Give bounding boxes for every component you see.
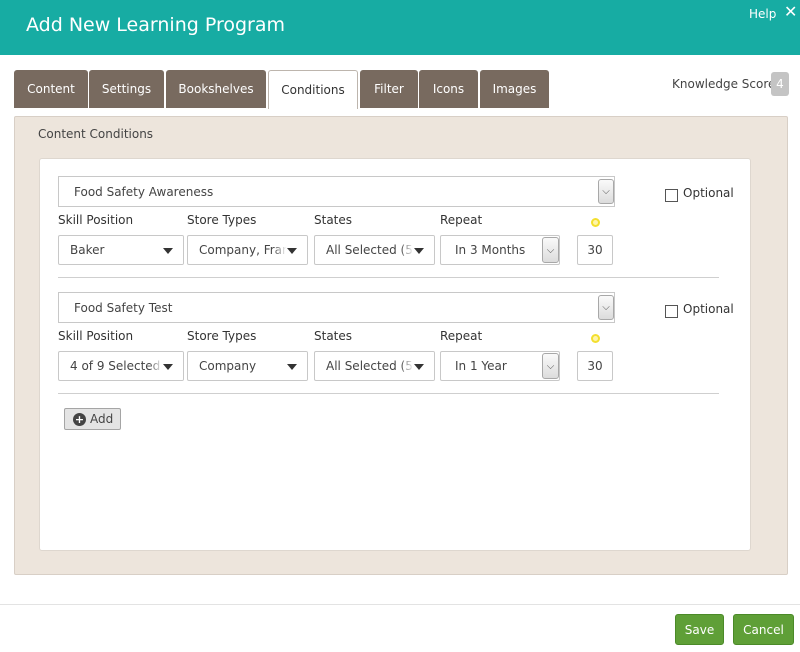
caret-down-icon: [163, 248, 173, 254]
tab-icons[interactable]: Icons: [419, 70, 478, 108]
optional-checkbox-1[interactable]: [665, 189, 678, 202]
states-label: States: [314, 213, 353, 227]
chevron-down-icon: ⌵: [598, 295, 614, 320]
content-select-value: Food Safety Awareness: [74, 184, 214, 199]
panel-title: Content Conditions: [38, 127, 154, 141]
chevron-down-icon: ⌵: [542, 353, 559, 379]
cancel-button[interactable]: Cancel: [733, 614, 794, 645]
caret-down-icon: [414, 248, 424, 254]
chevron-down-icon: ⌵: [598, 179, 614, 204]
caret-down-icon: [163, 364, 173, 370]
help-link[interactable]: Help: [749, 7, 776, 21]
save-button[interactable]: Save: [675, 614, 724, 645]
content-select-value: Food Safety Test: [74, 300, 173, 315]
plus-circle-icon: +: [73, 412, 86, 426]
add-condition-button[interactable]: + Add: [64, 408, 121, 430]
skill-position-select-1[interactable]: Baker: [58, 235, 184, 265]
content-select-1[interactable]: Food Safety Awareness ⌵: [58, 176, 615, 207]
store-types-select-1[interactable]: Company, Franchise: [187, 235, 308, 265]
days-input-1[interactable]: 30: [577, 235, 613, 265]
caret-down-icon: [287, 364, 297, 370]
repeat-value: In 1 Year: [455, 359, 507, 373]
skill-position-value: 4 of 9 Selected: [70, 359, 161, 373]
tab-filter[interactable]: Filter: [360, 70, 418, 108]
repeat-select-2[interactable]: In 1 Year ⌵: [440, 351, 560, 381]
chevron-down-icon: ⌵: [542, 237, 559, 263]
footer-divider: [0, 604, 800, 605]
tab-settings[interactable]: Settings: [89, 70, 164, 108]
states-select-1[interactable]: All Selected (50): [314, 235, 435, 265]
store-types-label: Store Types: [187, 213, 257, 227]
tab-bookshelves[interactable]: Bookshelves: [166, 70, 266, 108]
dialog-title: Add New Learning Program: [26, 14, 285, 36]
days-input-2[interactable]: 30: [577, 351, 613, 381]
dialog-header: Add New Learning Program Help ✕: [0, 0, 800, 55]
knowledge-score-label: Knowledge Score: [672, 77, 776, 91]
tab-conditions[interactable]: Conditions: [268, 70, 358, 109]
info-dot-icon: [591, 218, 600, 227]
store-types-value: Company: [199, 359, 257, 373]
close-icon[interactable]: ✕: [784, 3, 797, 21]
tab-images[interactable]: Images: [480, 70, 549, 108]
repeat-value: In 3 Months: [455, 243, 526, 257]
tab-content[interactable]: Content: [14, 70, 88, 108]
divider: [58, 277, 719, 278]
optional-checkbox-2[interactable]: [665, 305, 678, 318]
store-types-select-2[interactable]: Company: [187, 351, 308, 381]
states-label: States: [314, 329, 353, 343]
repeat-select-1[interactable]: In 3 Months ⌵: [440, 235, 560, 265]
knowledge-score-badge: 4: [771, 72, 789, 96]
caret-down-icon: [287, 248, 297, 254]
skill-position-select-2[interactable]: 4 of 9 Selected: [58, 351, 184, 381]
skill-position-label: Skill Position: [58, 213, 134, 227]
content-select-2[interactable]: Food Safety Test ⌵: [58, 292, 615, 323]
info-dot-icon: [591, 334, 600, 343]
skill-position-label: Skill Position: [58, 329, 134, 343]
optional-label-2: Optional: [683, 302, 734, 316]
caret-down-icon: [414, 364, 424, 370]
store-types-label: Store Types: [187, 329, 257, 343]
optional-label-1: Optional: [683, 186, 734, 200]
skill-position-value: Baker: [70, 243, 105, 257]
repeat-label: Repeat: [440, 213, 483, 227]
divider: [58, 393, 719, 394]
add-label: Add: [90, 412, 114, 426]
repeat-label: Repeat: [440, 329, 483, 343]
states-select-2[interactable]: All Selected (50): [314, 351, 435, 381]
